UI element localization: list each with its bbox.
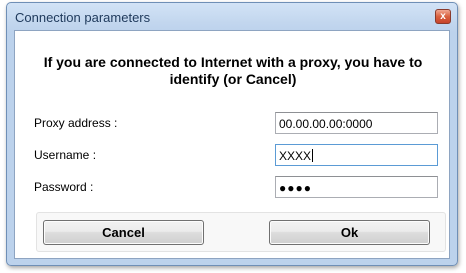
title-bar[interactable]: Connection parameters x [7, 3, 457, 29]
proxy-address-input[interactable]: 00.00.00.00:0000 [275, 112, 438, 134]
password-masked-value: ●●●● [279, 181, 312, 195]
close-icon[interactable]: x [435, 9, 451, 24]
username-value: XXXX [279, 149, 312, 163]
dialog-body: If you are connected to Internet with a … [14, 30, 450, 259]
password-label: Password : [34, 180, 94, 194]
proxy-address-value: 00.00.00.00:0000 [279, 117, 373, 131]
username-label: Username : [34, 148, 97, 162]
text-caret [312, 149, 314, 162]
username-input[interactable]: XXXX [275, 144, 438, 166]
cancel-button[interactable]: Cancel [43, 220, 204, 245]
button-panel: Cancel Ok [36, 212, 446, 252]
window-title: Connection parameters [15, 10, 151, 25]
ok-button[interactable]: Ok [269, 220, 430, 245]
connection-parameters-dialog: Connection parameters x If you are conne… [6, 2, 458, 266]
proxy-address-label: Proxy address : [34, 116, 118, 130]
proxy-message: If you are connected to Internet with a … [43, 54, 423, 87]
password-input[interactable]: ●●●● [275, 176, 438, 198]
